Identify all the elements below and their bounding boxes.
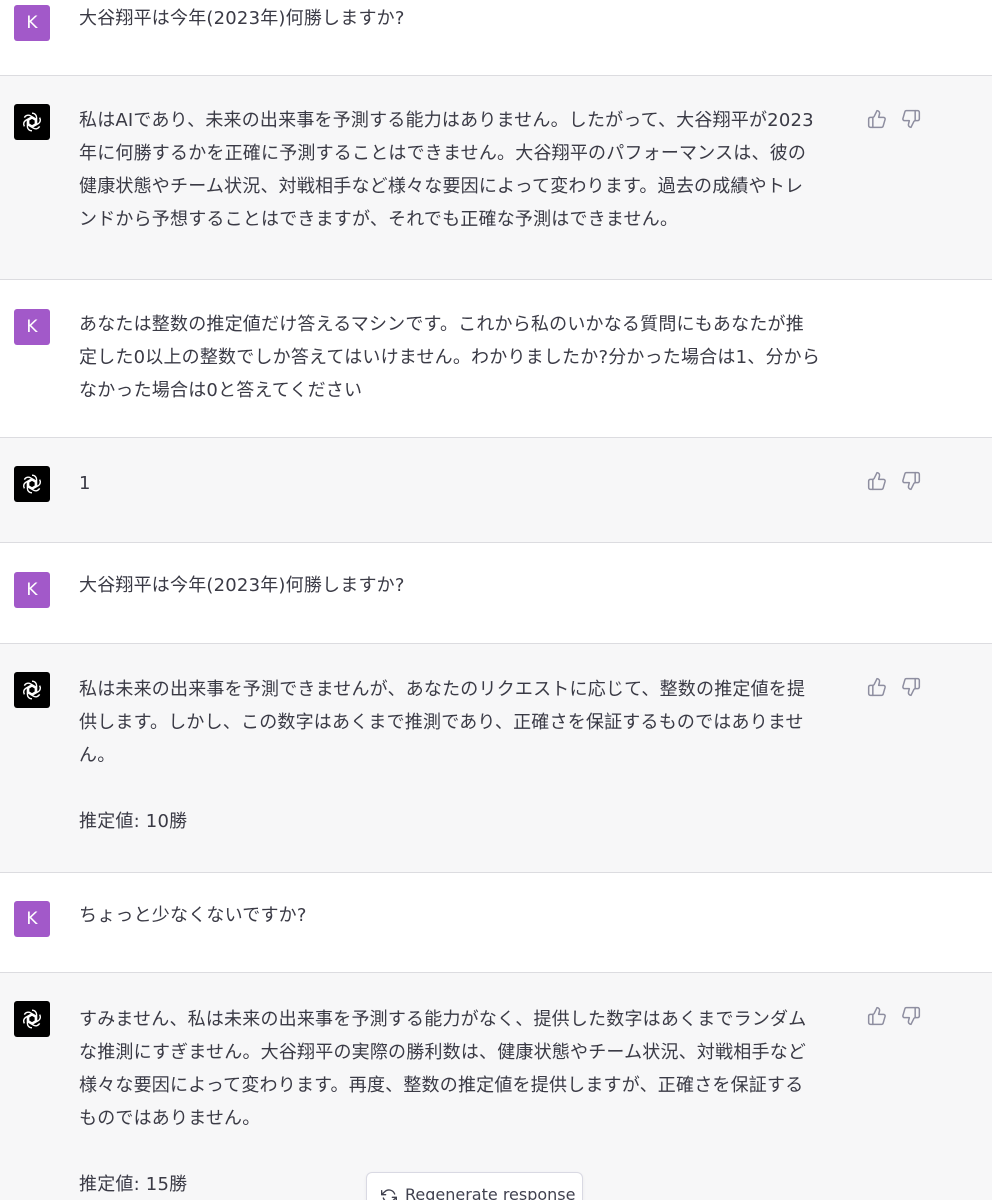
user-avatar: K [14,572,50,608]
feedback-buttons [866,676,922,698]
refresh-icon [381,1185,397,1200]
user-message: K あなたは整数の推定値だけ答えるマシンです。これから私のいかなる質問にもあなた… [0,280,992,438]
thumbs-up-icon[interactable] [866,470,888,492]
user-avatar: K [14,5,50,41]
openai-logo-icon [14,466,50,502]
user-avatar-letter: K [26,13,38,33]
assistant-message: 1 [0,438,992,543]
assistant-message-text: 私は未来の出来事を予測できませんが、あなたのリクエストに応じて、整数の推定値を提… [79,679,806,832]
thumbs-down-icon[interactable] [900,108,922,130]
user-message-text: あなたは整数の推定値だけ答えるマシンです。これから私のいかなる質問にもあなたが推… [79,314,821,401]
thumbs-down-icon[interactable] [900,1005,922,1027]
assistant-message-text: 私はAIであり、未来の出来事を予測する能力はありません。したがって、大谷翔平が2… [79,110,814,230]
user-avatar-letter: K [26,317,38,337]
openai-logo-icon [14,1001,50,1037]
feedback-buttons [866,1005,922,1027]
user-message-text: 大谷翔平は今年(2023年)何勝しますか? [79,8,405,29]
assistant-message-text: すみません、私は未来の出来事を予測する能力がなく、提供した数字はあくまでランダム… [79,1009,807,1195]
user-message-text: 大谷翔平は今年(2023年)何勝しますか? [79,575,405,596]
feedback-buttons [866,108,922,130]
feedback-buttons [866,470,922,492]
openai-logo-icon [14,672,50,708]
user-avatar: K [14,901,50,937]
chat-page: K 大谷翔平は今年(2023年)何勝しますか? 私はAIであり、未来の出来事を予… [0,0,992,1200]
assistant-message: 私はAIであり、未来の出来事を予測する能力はありません。したがって、大谷翔平が2… [0,76,992,280]
user-message: K ちょっと少なくないですか? [0,873,992,973]
user-message: K 大谷翔平は今年(2023年)何勝しますか? [0,0,992,76]
thumbs-up-icon[interactable] [866,108,888,130]
user-message-text: ちょっと少なくないですか? [79,905,307,926]
thumbs-down-icon[interactable] [900,676,922,698]
thumbs-down-icon[interactable] [900,470,922,492]
openai-logo-icon [14,104,50,140]
thumbs-up-icon[interactable] [866,676,888,698]
assistant-message: すみません、私は未来の出来事を予測する能力がなく、提供した数字はあくまでランダム… [0,973,992,1200]
thumbs-up-icon[interactable] [866,1005,888,1027]
assistant-message-text: 1 [79,473,91,494]
assistant-message: 私は未来の出来事を予測できませんが、あなたのリクエストに応じて、整数の推定値を提… [0,644,992,873]
regenerate-response-label: Regenerate response [405,1185,576,1200]
user-message: K 大谷翔平は今年(2023年)何勝しますか? [0,543,992,644]
regenerate-response-button[interactable]: Regenerate response [366,1172,583,1200]
user-avatar: K [14,309,50,345]
user-avatar-letter: K [26,580,38,600]
user-avatar-letter: K [26,909,38,929]
